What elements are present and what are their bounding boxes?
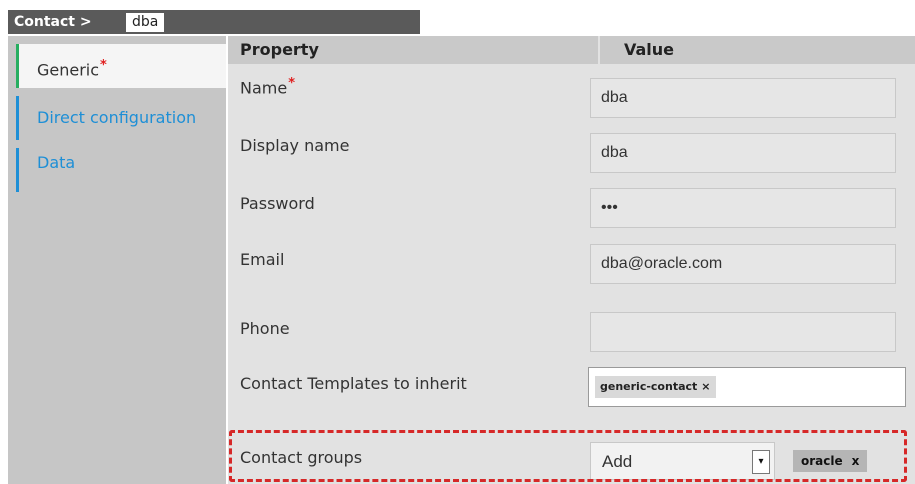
required-marker: *: [100, 58, 107, 73]
sidebar-item-label: Direct configuration: [37, 108, 197, 127]
sidebar-item-data[interactable]: Data: [16, 148, 226, 192]
tab-indicator: [16, 148, 19, 192]
email-label: Email: [240, 250, 285, 269]
contact-group-tag: oracle x: [793, 450, 868, 472]
sidebar-item-label: Data: [37, 153, 76, 172]
sidebar-item-label: Generic: [37, 60, 100, 80]
name-field[interactable]: dba: [590, 78, 896, 118]
property-table: Property Value Name* dba Display name db…: [228, 36, 915, 484]
required-marker: *: [288, 76, 296, 91]
remove-tag-icon[interactable]: x: [852, 454, 860, 468]
active-indicator: [16, 44, 19, 88]
tab-indicator: [16, 96, 19, 140]
sidebar: Generic* Direct configuration Data: [8, 36, 226, 484]
contact-templates-label: Contact Templates to inherit: [240, 374, 467, 393]
phone-field[interactable]: [590, 312, 896, 352]
display-name-label: Display name: [240, 136, 350, 155]
breadcrumb-section[interactable]: Contact >: [14, 14, 92, 30]
email-field[interactable]: dba@oracle.com: [590, 244, 896, 284]
breadcrumb-current: dba: [126, 13, 165, 32]
template-tag: generic-contact ×: [595, 376, 716, 398]
contact-groups-label: Contact groups: [240, 448, 363, 467]
display-name-field[interactable]: dba: [590, 133, 896, 173]
contact-templates-field[interactable]: generic-contact ×: [588, 367, 906, 407]
column-header-value: Value: [600, 36, 915, 64]
password-label: Password: [240, 194, 315, 213]
chevron-down-icon[interactable]: ▾: [752, 450, 770, 474]
sidebar-item-generic[interactable]: Generic*: [16, 44, 226, 88]
breadcrumb: Contact > dba: [8, 10, 420, 34]
name-label: Name*: [240, 76, 296, 98]
contact-groups-select[interactable]: Add ▾: [590, 442, 775, 480]
password-field[interactable]: •••: [590, 188, 896, 228]
column-header-property: Property: [228, 36, 598, 64]
phone-label: Phone: [240, 319, 290, 338]
sidebar-item-direct-configuration[interactable]: Direct configuration: [16, 96, 226, 140]
remove-tag-icon[interactable]: ×: [701, 380, 710, 393]
